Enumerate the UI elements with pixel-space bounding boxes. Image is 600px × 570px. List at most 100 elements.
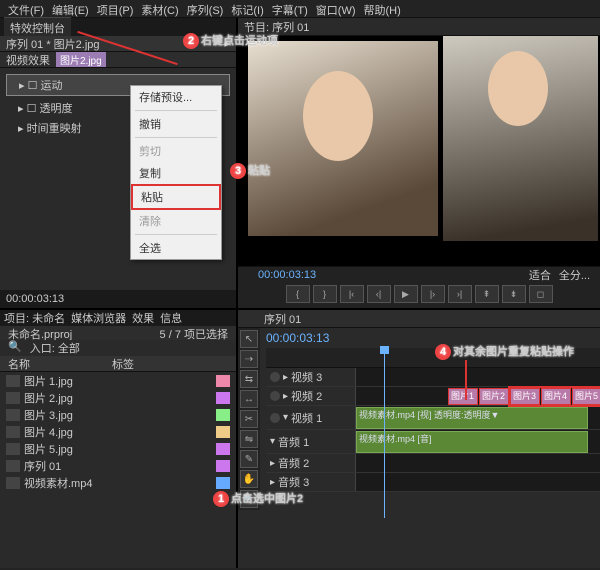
- image-icon: [6, 409, 20, 421]
- label-swatch[interactable]: [216, 477, 230, 489]
- program-monitor-panel: 节目: 序列 01 00:00:03:13 适合 全分... { } |‹ ‹|…: [238, 18, 600, 308]
- image-icon: [6, 375, 20, 387]
- tab-info[interactable]: 信息: [160, 310, 182, 326]
- selection-tool[interactable]: ↖: [240, 330, 258, 348]
- image-icon: [6, 426, 20, 438]
- annotation-arrow: [465, 360, 467, 400]
- label-swatch[interactable]: [216, 392, 230, 404]
- track-header-v2[interactable]: ▸ 视频 2: [266, 387, 356, 405]
- ripple-edit-tool[interactable]: ⇆: [240, 370, 258, 388]
- video-icon: [6, 477, 20, 489]
- tool-palette: ↖ ⇢ ⇆ ↔ ✂ ⇋ ✎ ✋ 🔍: [238, 328, 260, 510]
- zoom-fit[interactable]: 适合: [529, 267, 551, 283]
- bin-item[interactable]: 图片 5.jpg: [0, 440, 236, 457]
- label-swatch[interactable]: [216, 443, 230, 455]
- image-icon: [6, 392, 20, 404]
- ctx-clear: 清除: [131, 210, 221, 232]
- tab-media-browser[interactable]: 媒体浏览器: [71, 310, 126, 326]
- playhead[interactable]: [384, 348, 385, 518]
- annotation-box-images: [508, 386, 600, 407]
- search-icon[interactable]: 🔍: [8, 340, 22, 356]
- project-filename: 未命名.prproj: [8, 326, 72, 340]
- bin-item[interactable]: 图片 4.jpg: [0, 423, 236, 440]
- bin-filter[interactable]: 入口: 全部: [30, 340, 80, 356]
- bin-item[interactable]: 序列 01: [0, 457, 236, 474]
- extract-button[interactable]: ⇟: [502, 285, 526, 303]
- track-header-a2[interactable]: ▸ 音频 2: [266, 454, 356, 472]
- mark-in-button[interactable]: {: [286, 285, 310, 303]
- play-button[interactable]: ▶: [394, 285, 418, 303]
- tab-timeline[interactable]: 序列 01: [264, 311, 301, 327]
- sequence-ref-text: 序列 01 * 图片2.jpg: [6, 36, 100, 52]
- ctx-undo[interactable]: 撤销: [131, 113, 221, 135]
- eye-icon[interactable]: [270, 372, 280, 382]
- label-swatch[interactable]: [216, 409, 230, 421]
- razor-tool[interactable]: ✂: [240, 410, 258, 428]
- eye-icon[interactable]: [270, 413, 280, 423]
- bin-item[interactable]: 图片 2.jpg: [0, 389, 236, 406]
- annotation-4: 4对其余图片重复粘贴操作: [435, 343, 574, 360]
- annotation-3: 3粘贴: [230, 162, 270, 179]
- eye-icon[interactable]: [270, 391, 280, 401]
- step-back-button[interactable]: ‹|: [367, 285, 391, 303]
- clip-image1[interactable]: 图片1: [448, 388, 478, 405]
- lift-button[interactable]: ⇞: [475, 285, 499, 303]
- label-swatch[interactable]: [216, 375, 230, 387]
- mark-out-button[interactable]: }: [313, 285, 337, 303]
- menu-project[interactable]: 项目(P): [93, 0, 138, 17]
- bin-item[interactable]: 图片 3.jpg: [0, 406, 236, 423]
- timeline-timecode[interactable]: 00:00:03:13: [266, 331, 329, 345]
- ctx-cut: 剪切: [131, 140, 221, 162]
- go-to-out-button[interactable]: ›|: [448, 285, 472, 303]
- track-select-tool[interactable]: ⇢: [240, 350, 258, 368]
- clip-image2[interactable]: 图片2: [479, 388, 509, 405]
- hand-tool[interactable]: ✋: [240, 470, 258, 488]
- program-monitor-viewport[interactable]: [238, 36, 600, 266]
- step-fwd-button[interactable]: |›: [421, 285, 445, 303]
- menu-title[interactable]: 字幕(T): [268, 0, 312, 17]
- clip-audio[interactable]: 视频素材.mp4 [音]: [356, 431, 588, 453]
- pen-tool[interactable]: ✎: [240, 450, 258, 468]
- track-header-v3[interactable]: ▸ 视频 3: [266, 368, 356, 386]
- project-panel: 项目: 未命名 媒体浏览器 效果 信息 未命名.prproj 5 / 7 项已选…: [0, 310, 238, 568]
- resolution-dropdown[interactable]: 全分...: [559, 267, 590, 283]
- menu-file[interactable]: 文件(F): [4, 0, 48, 17]
- track-header-v1[interactable]: ▾ 视频 1: [266, 406, 356, 429]
- label-swatch[interactable]: [216, 426, 230, 438]
- menu-clip[interactable]: 素材(C): [137, 0, 182, 17]
- tab-effect-controls[interactable]: 特效控制台: [4, 17, 71, 38]
- menubar: 文件(F) 编辑(E) 项目(P) 素材(C) 序列(S) 标记(I) 字幕(T…: [0, 0, 600, 18]
- bin-item[interactable]: 图片 1.jpg: [0, 372, 236, 389]
- menu-marker[interactable]: 标记(I): [227, 0, 267, 17]
- clip-chip: 图片2.jpg: [56, 52, 106, 67]
- menu-edit[interactable]: 编辑(E): [48, 0, 93, 17]
- export-frame-button[interactable]: ◻: [529, 285, 553, 303]
- bin-item[interactable]: 视频素材.mp4: [0, 474, 236, 491]
- ctx-select-all[interactable]: 全选: [131, 237, 221, 259]
- clip-video[interactable]: 视频素材.mp4 [视] 透明度:透明度▼: [356, 407, 588, 429]
- image-icon: [6, 443, 20, 455]
- tab-project[interactable]: 项目: 未命名: [4, 310, 65, 326]
- label-swatch[interactable]: [216, 460, 230, 472]
- col-name[interactable]: 名称: [8, 356, 30, 371]
- project-bin-list: 图片 1.jpg 图片 2.jpg 图片 3.jpg 图片 4.jpg 图片 5…: [0, 372, 236, 568]
- menu-window[interactable]: 窗口(W): [312, 0, 360, 17]
- tab-effects[interactable]: 效果: [132, 310, 154, 326]
- go-to-in-button[interactable]: |‹: [340, 285, 364, 303]
- ctx-save-preset[interactable]: 存储预设...: [131, 86, 221, 108]
- ctx-paste[interactable]: 粘贴: [131, 184, 221, 210]
- col-label[interactable]: 标签: [112, 356, 134, 371]
- track-header-a1[interactable]: ▾ 音频 1: [266, 430, 356, 453]
- menu-sequence[interactable]: 序列(S): [183, 0, 228, 17]
- video-effects-heading: 视频效果: [6, 52, 50, 68]
- slip-tool[interactable]: ⇋: [240, 430, 258, 448]
- rate-stretch-tool[interactable]: ↔: [240, 390, 258, 408]
- effect-controls-timecode: 00:00:03:13: [6, 293, 64, 305]
- menu-help[interactable]: 帮助(H): [360, 0, 405, 17]
- context-menu: 存储预设... 撤销 剪切 复制 粘贴 清除 全选: [130, 85, 222, 260]
- annotation-1: 1点击选中图片2: [213, 490, 303, 507]
- project-item-count: 5 / 7 项已选择: [160, 326, 228, 340]
- ctx-copy[interactable]: 复制: [131, 162, 221, 184]
- track-header-a3[interactable]: ▸ 音频 3: [266, 473, 356, 491]
- program-timecode: 00:00:03:13: [248, 267, 326, 283]
